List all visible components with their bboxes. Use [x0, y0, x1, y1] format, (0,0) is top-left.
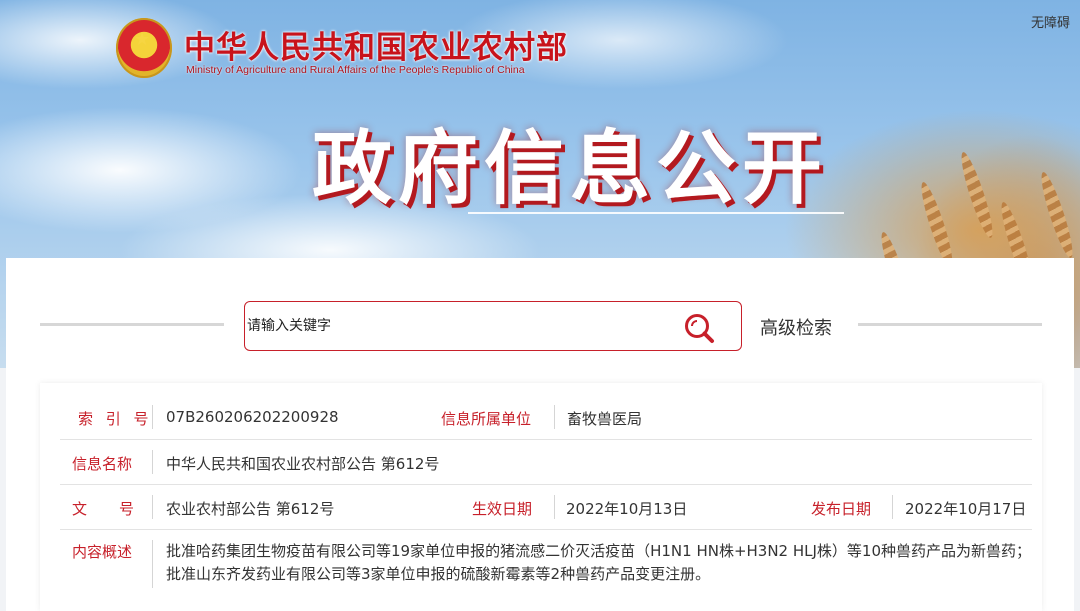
wheat-decoration: [1036, 170, 1078, 260]
column-divider: [554, 495, 555, 519]
wheat-decoration: [916, 180, 958, 270]
unit-label: 信息所属单位: [441, 410, 532, 428]
publish-date-value: 2022年10月17日: [905, 500, 1027, 518]
name-value: 中华人民共和国农业农村部公告 第612号: [166, 455, 440, 473]
index-value: 07B260206202200928: [166, 408, 339, 426]
info-row-index: 索 引 号 07B260206202200928 信息所属单位 畜牧兽医局: [60, 395, 1032, 440]
effective-date-value: 2022年10月13日: [566, 500, 688, 518]
effective-date-label: 生效日期: [472, 500, 533, 518]
doc-no-label-part1: 文: [72, 500, 88, 518]
ministry-name-en: Ministry of Agriculture and Rural Affair…: [186, 64, 525, 76]
info-row-summary: 内容概述 批准哈药集团生物疫苗有限公司等19家单位申报的猪流感二价灭活疫苗（H1…: [60, 530, 1032, 600]
column-divider: [554, 405, 555, 429]
column-divider: [152, 450, 153, 474]
ministry-name-cn: 中华人民共和国农业农村部: [184, 30, 568, 66]
publish-date-label: 发布日期: [811, 500, 872, 518]
summary-value: 批准哈药集团生物疫苗有限公司等19家单位申报的猪流感二价灭活疫苗（H1N1 HN…: [166, 542, 1032, 583]
name-label: 信息名称: [72, 455, 133, 473]
advanced-search-link[interactable]: 高级检索: [760, 314, 832, 340]
search-divider-right: [858, 323, 1042, 326]
column-divider: [152, 495, 153, 519]
info-row-docno: 文 号 农业农村部公告 第612号 生效日期 2022年10月13日 发布日期 …: [60, 485, 1032, 530]
column-divider: [152, 405, 153, 429]
doc-no-value: 农业农村部公告 第612号: [166, 500, 335, 518]
column-divider: [152, 540, 153, 588]
summary-label: 内容概述: [72, 543, 133, 561]
national-emblem-logo: ★: [116, 18, 172, 78]
search-divider-left: [40, 323, 224, 326]
wheat-decoration: [956, 150, 998, 240]
title-underline: [468, 212, 844, 214]
search-box: [244, 301, 742, 351]
page-title: 政府信息公开: [312, 122, 828, 215]
index-label: 索 引 号: [78, 410, 153, 428]
accessibility-link[interactable]: 无障碍: [1031, 12, 1070, 31]
info-row-name: 信息名称 中华人民共和国农业农村部公告 第612号: [60, 440, 1032, 485]
search-icon[interactable]: [683, 312, 715, 344]
column-divider: [892, 495, 893, 519]
info-record-card: 索 引 号 07B260206202200928 信息所属单位 畜牧兽医局 信息…: [40, 383, 1042, 611]
search-input[interactable]: [245, 302, 675, 350]
unit-value: 畜牧兽医局: [567, 410, 643, 428]
star-icon: ★: [134, 29, 151, 50]
doc-no-label-part2: 号: [119, 500, 135, 518]
